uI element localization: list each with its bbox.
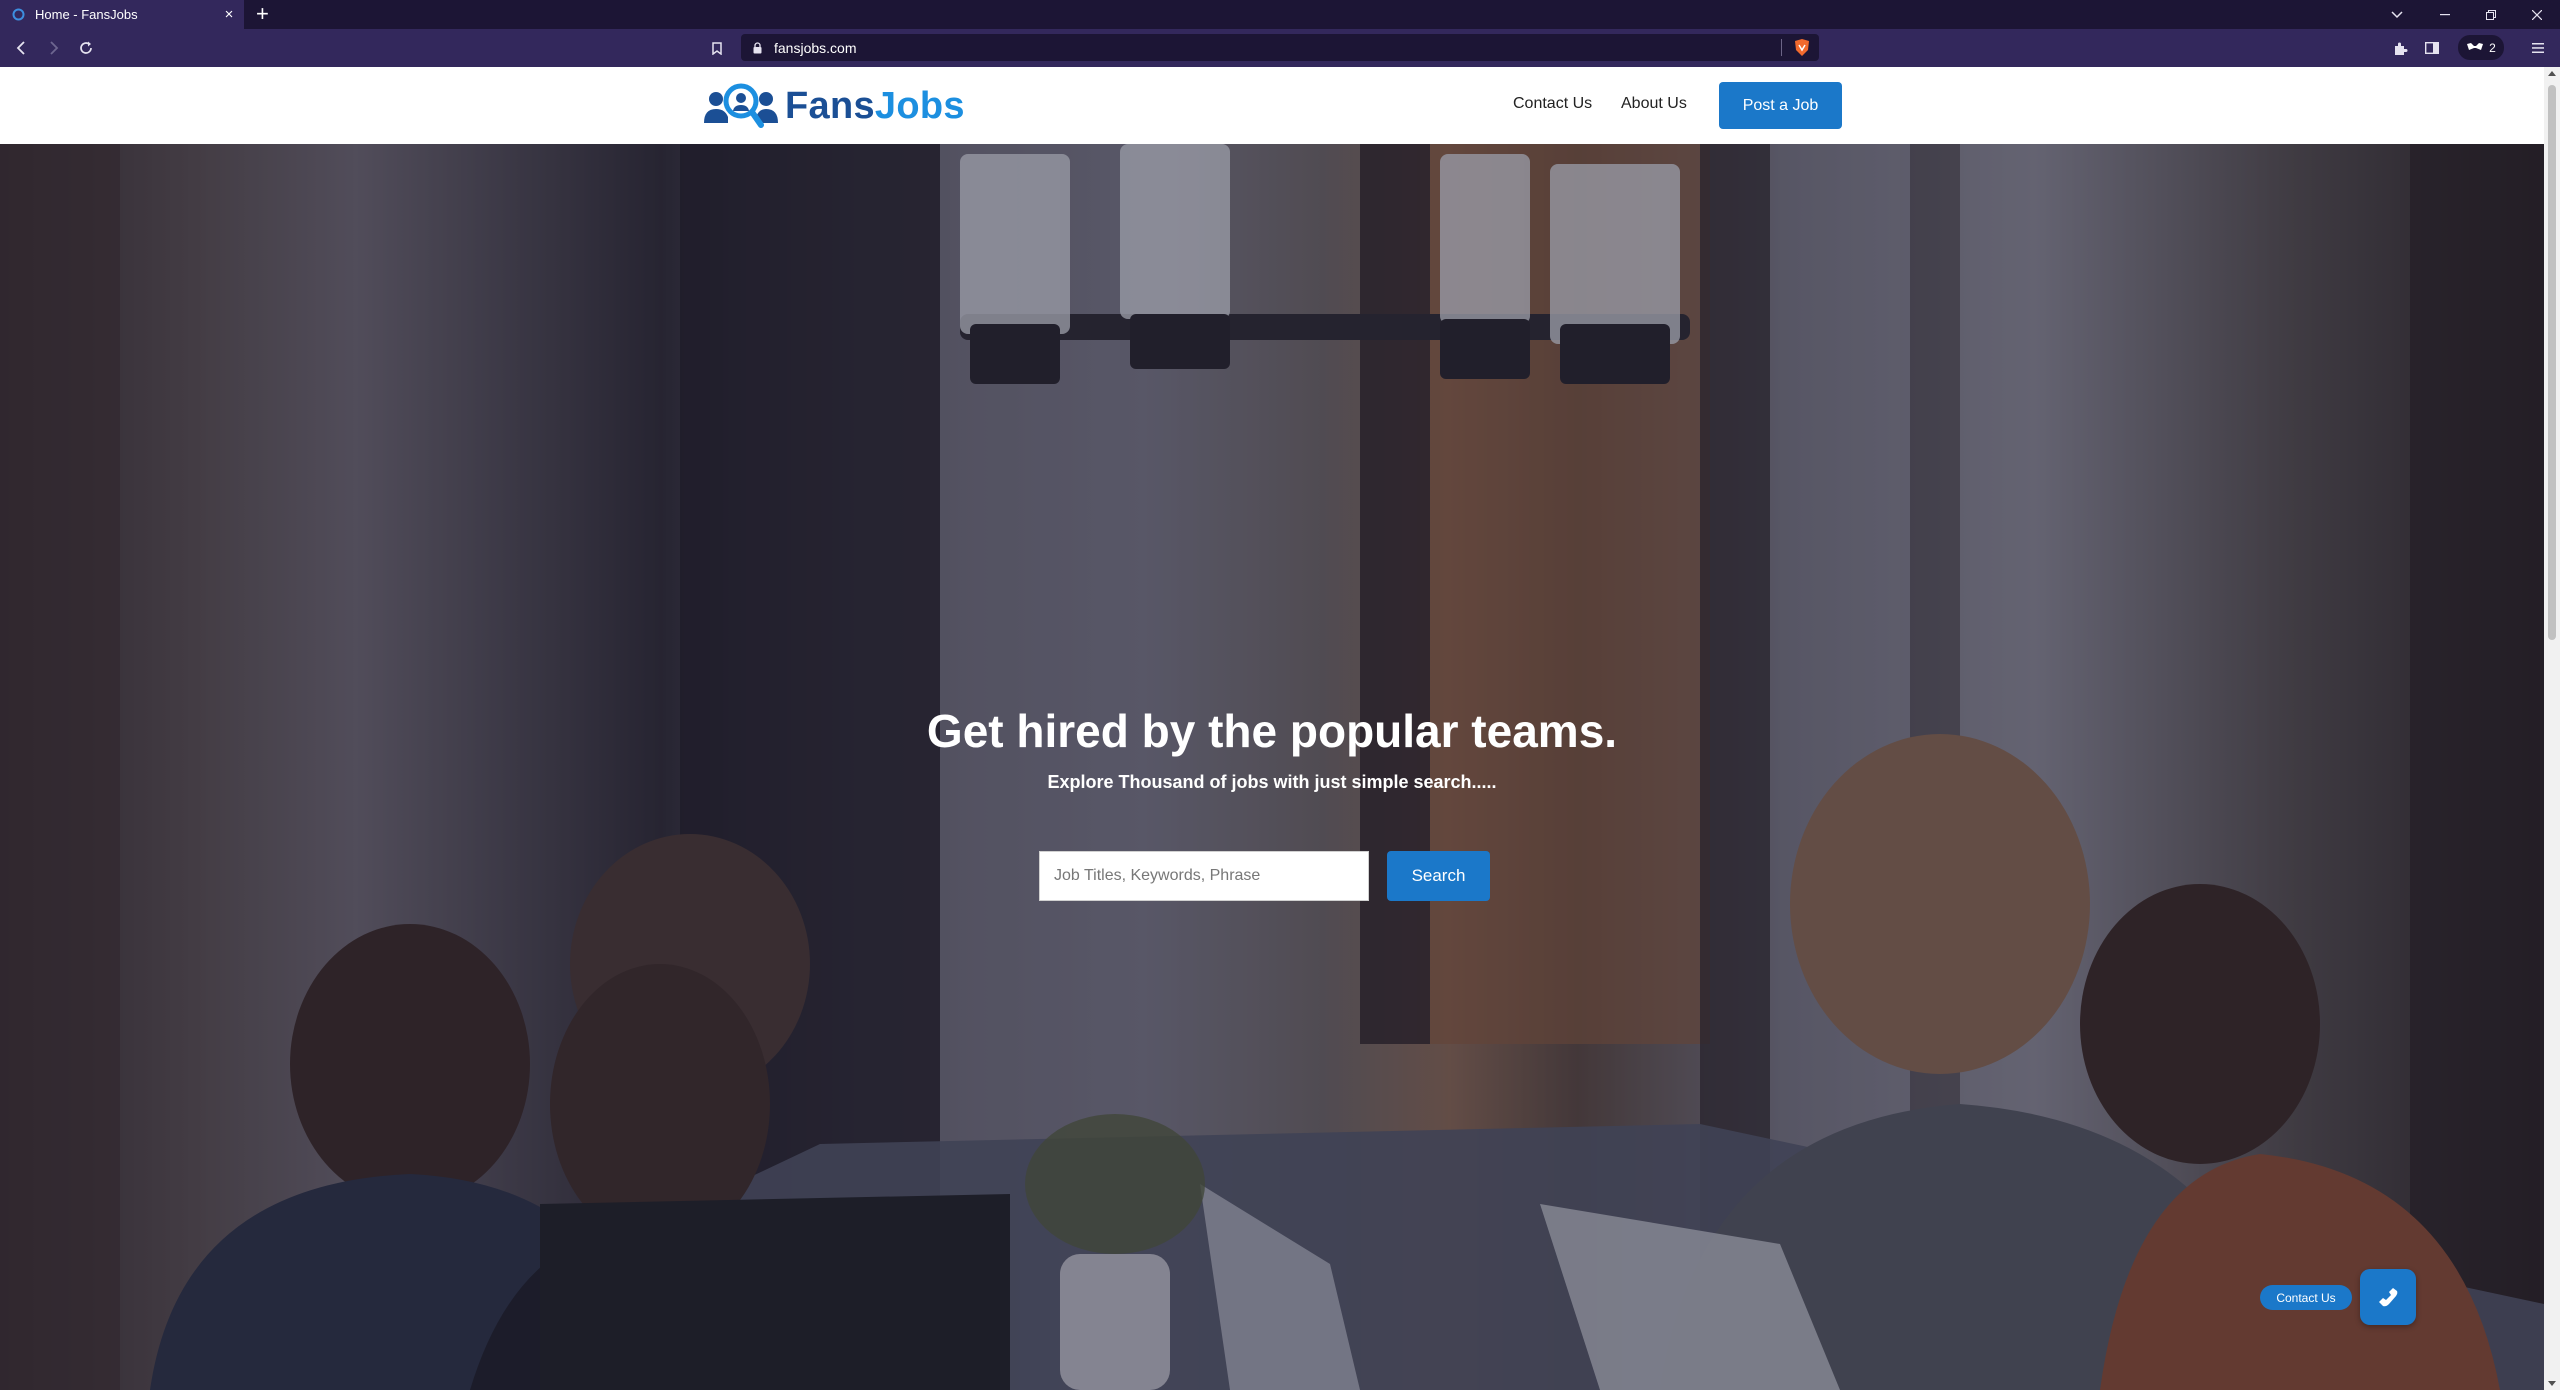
minimize-icon[interactable] — [2422, 0, 2468, 29]
scroll-thumb[interactable] — [2548, 85, 2556, 640]
url-text: fansjobs.com — [774, 40, 857, 56]
brave-shield-icon[interactable] — [1793, 38, 1811, 62]
job-search-input[interactable] — [1039, 851, 1369, 901]
phone-icon — [2379, 1288, 2398, 1307]
fansjobs-logo[interactable]: FansJobs — [703, 79, 965, 131]
site-header: FansJobs Contact Us About Us Post a Job — [0, 67, 2544, 144]
hero-title: Get hired by the popular teams. — [926, 705, 1618, 757]
extensions-icon[interactable] — [2389, 37, 2411, 59]
tab-search-chevron-icon[interactable] — [2374, 0, 2420, 29]
floating-contact-us-label[interactable]: Contact Us — [2260, 1285, 2352, 1310]
tab-title: Home - FansJobs — [35, 7, 138, 22]
page-scrollbar[interactable] — [2544, 67, 2560, 1390]
new-tab-button[interactable]: + — [256, 2, 269, 26]
sidebar-toggle-icon[interactable] — [2421, 37, 2443, 59]
forward-icon[interactable] — [43, 37, 65, 59]
logo-people-magnifier-icon — [704, 83, 778, 128]
browser-tab-active[interactable]: Home - FansJobs × — [0, 0, 244, 29]
bookmark-icon[interactable] — [706, 37, 728, 59]
floating-call-button[interactable] — [2360, 1269, 2416, 1325]
logo-wordmark: FansJobs — [785, 85, 965, 127]
restore-icon[interactable] — [2468, 0, 2514, 29]
post-a-job-button[interactable]: Post a Job — [1719, 82, 1842, 129]
window-close-icon[interactable] — [2514, 0, 2560, 29]
rewards-wallet-button[interactable]: 2 — [2458, 35, 2504, 60]
nav-contact-us[interactable]: Contact Us — [1513, 95, 1592, 113]
lock-icon — [753, 41, 762, 59]
hero-dark-overlay — [0, 144, 2544, 1390]
reload-icon[interactable] — [75, 37, 97, 59]
browser-toolbar: fansjobs.com 2 — [0, 29, 2560, 67]
scroll-down-arrow-icon[interactable] — [2548, 1381, 2556, 1386]
address-bar[interactable]: fansjobs.com — [741, 34, 1819, 61]
wallet-icon — [2466, 41, 2484, 55]
tab-close-icon[interactable]: × — [218, 6, 240, 23]
back-icon[interactable] — [10, 37, 32, 59]
scroll-up-arrow-icon[interactable] — [2548, 71, 2556, 76]
hero-section: Get hired by the popular teams. Explore … — [0, 144, 2544, 1390]
hero-subtitle: Explore Thousand of jobs with just simpl… — [1047, 772, 1497, 792]
search-button[interactable]: Search — [1387, 851, 1490, 901]
browser-menu-icon[interactable] — [2527, 37, 2549, 59]
wallet-count: 2 — [2489, 40, 2496, 55]
url-divider — [1781, 39, 1782, 56]
fansjobs-favicon-icon — [12, 8, 25, 21]
browser-tabstrip: Home - FansJobs × + — [0, 0, 2560, 29]
nav-about-us[interactable]: About Us — [1621, 95, 1687, 113]
